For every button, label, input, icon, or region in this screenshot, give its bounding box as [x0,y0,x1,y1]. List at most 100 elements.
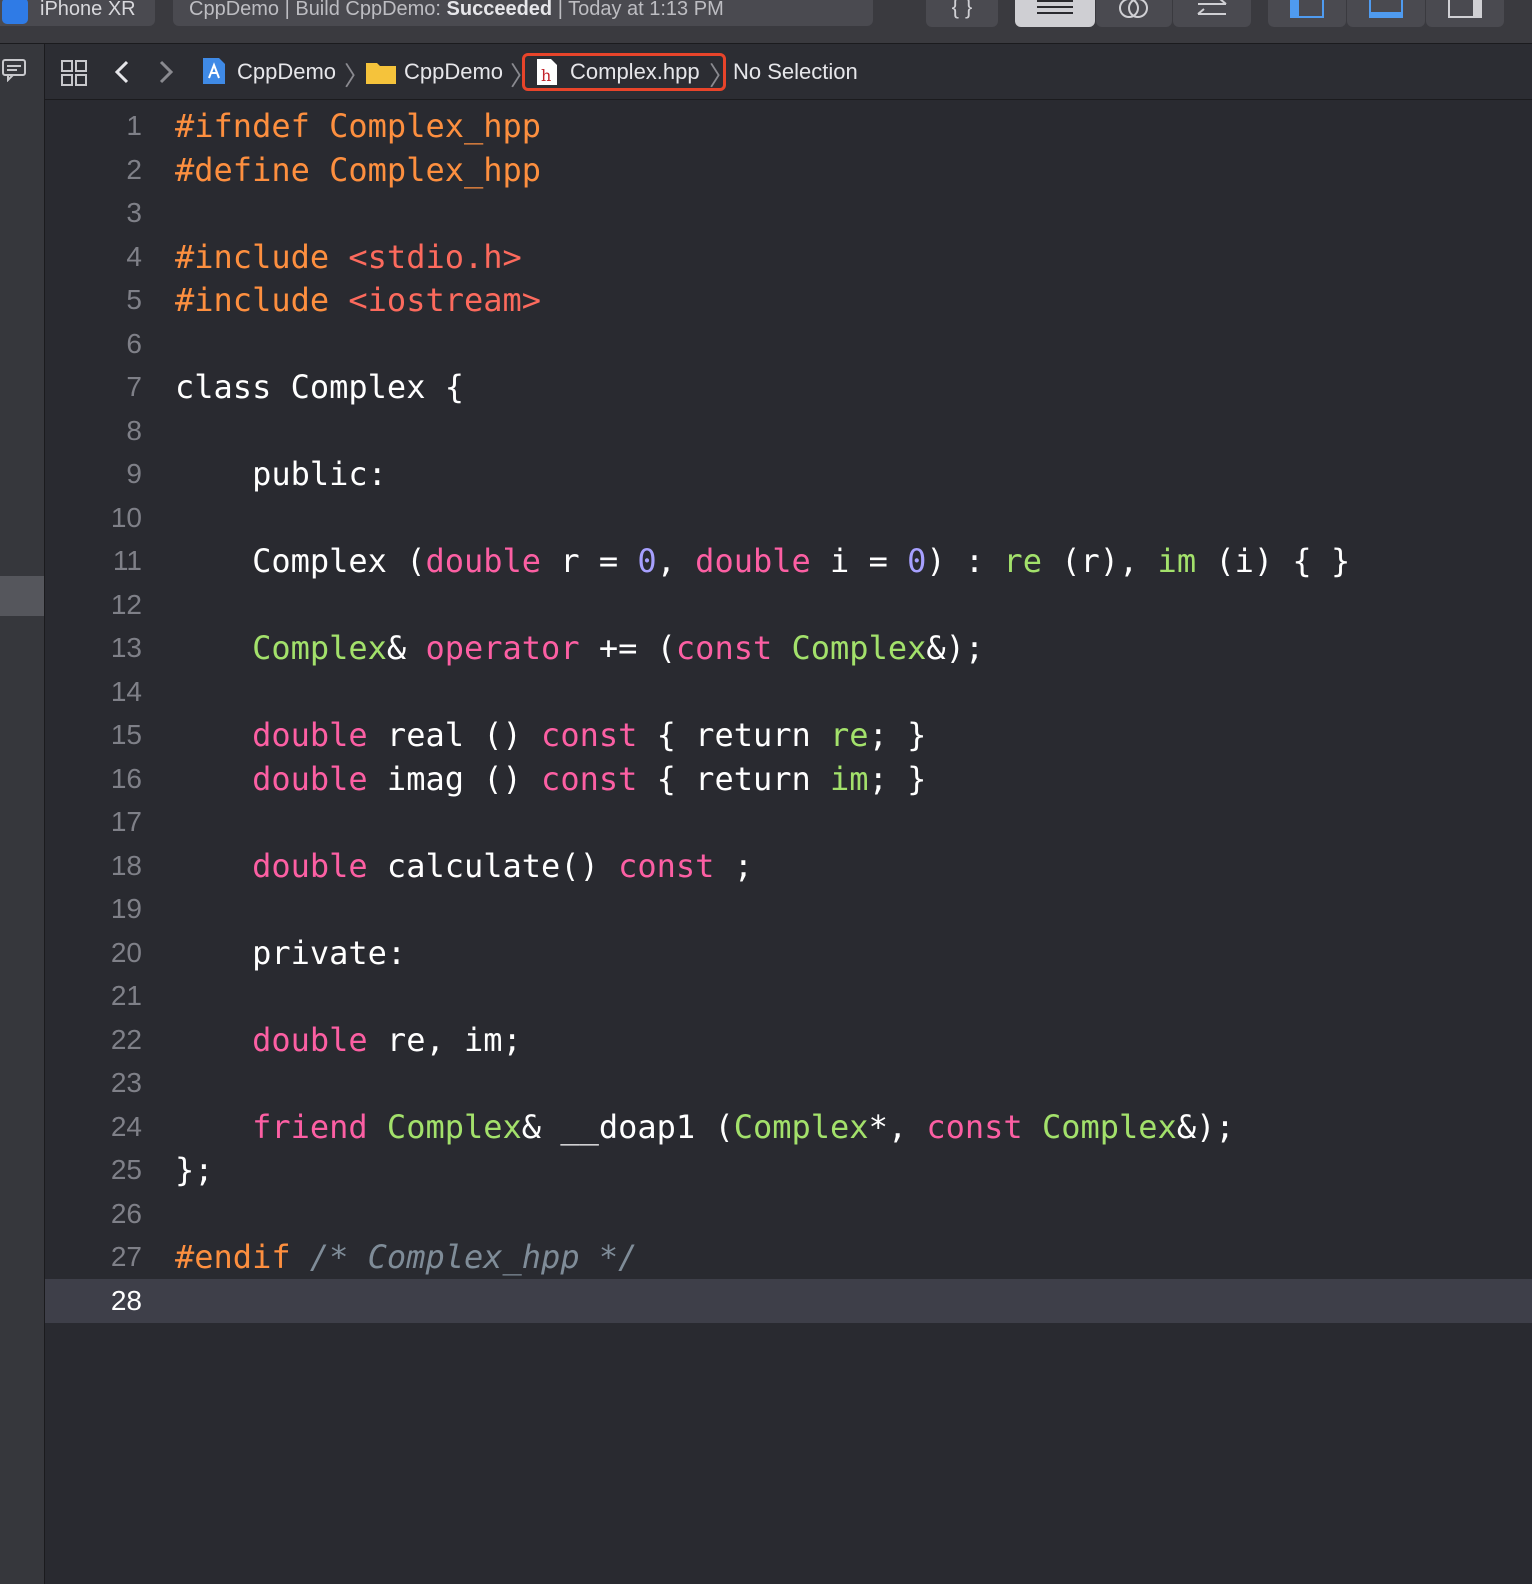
line-code: double re, im; [175,1018,522,1062]
breadcrumb-project[interactable]: CppDemo [237,44,336,99]
bottom-panel-icon [1369,0,1403,18]
code-line[interactable]: 17 [45,800,1532,844]
code-line[interactable]: 5 #include <iostream> [45,278,1532,322]
source-editor[interactable]: 1 #ifndef Complex_hpp 2 #define Complex_hpp… [45,100,1532,1584]
line-number: 5 [126,284,142,315]
code-line[interactable]: 2 #define Complex_hpp [45,148,1532,192]
code-token: #endif [175,1238,310,1276]
code-line[interactable]: 27 #endif /* Complex_hpp */ [45,1235,1532,1279]
code-token: const [541,716,638,754]
code-token: const [926,1107,1023,1146]
code-line[interactable]: 16 double imag () const { return im; } [45,757,1532,801]
line-number: 10 [110,501,142,533]
code-line[interactable]: 26 [45,1192,1532,1236]
line-number: 19 [110,893,142,924]
code-line[interactable]: 15 double real () const { return re; } [45,713,1532,757]
code-token: double [252,716,368,754]
code-line[interactable]: 12 [45,583,1532,627]
standard-editor-button[interactable] [1015,0,1095,27]
code-line[interactable]: 13 Complex& operator += (const Complex&)… [45,626,1532,670]
code-line[interactable]: 28 [45,1279,1532,1323]
code-token: (r), [1041,542,1158,580]
app-icon [2,0,28,24]
line-code: #define Complex_hpp [175,148,541,192]
code-token: imag () [367,759,542,798]
related-items-icon[interactable] [60,59,88,87]
code-line[interactable]: 3 [45,191,1532,235]
code-line[interactable]: 1 #ifndef Complex_hpp [45,104,1532,148]
chevron-right-icon[interactable] [157,59,175,85]
breadcrumb-symbol[interactable]: No Selection [733,44,858,99]
toggle-inspector-button[interactable] [1426,0,1504,27]
status-suffix: | Today at 1:13 PM [552,0,724,20]
code-token: double [252,759,368,798]
code-line[interactable]: 8 [45,409,1532,453]
code-token: i = [810,542,908,580]
code-token: }; [175,1151,214,1189]
code-token: Complex [733,1107,869,1146]
line-number: 24 [110,1110,142,1142]
code-token: operator [425,629,580,667]
code-token: & __doap1 ( [521,1107,734,1146]
code-line[interactable]: 23 [45,1061,1532,1105]
code-line[interactable]: 18 double calculate() const ; [45,844,1532,888]
code-line[interactable]: 25}; [45,1148,1532,1192]
code-line[interactable]: 20 private: [45,931,1532,975]
code-line[interactable]: 19 [45,887,1532,931]
code-token: <stdio.h> [348,237,522,276]
right-panel-icon [1448,0,1482,18]
line-code: #include <iostream> [175,278,541,322]
line-code: #ifndef Complex_hpp [175,104,541,148]
comment-icon[interactable] [2,58,28,82]
code-line[interactable]: 9 public: [45,452,1532,496]
code-token: Complex [386,1107,522,1146]
scheme-device-selector[interactable]: iPhone XR [0,0,155,26]
code-token: { return [637,716,831,754]
code-token: <iostream> [348,281,542,319]
code-line[interactable]: 11 Complex (double r = 0, double i = 0) … [45,539,1532,583]
code-line[interactable]: 21 [45,974,1532,1018]
activity-status: CppDemo | Build CppDemo: Succeeded | Tod… [173,0,873,26]
breadcrumb-file[interactable]: Complex.hpp [570,44,700,99]
code-token: re [1003,542,1042,580]
code-token: const [541,759,638,798]
code-line[interactable]: 7 class Complex { [45,365,1532,409]
code-token: private: [175,933,407,972]
chevron-left-icon[interactable] [113,59,131,85]
line-code: friend Complex& __doap1 (Complex*, const… [175,1105,1235,1149]
line-number: 16 [110,762,142,794]
code-token: /* Complex_hpp */ [309,1238,638,1276]
code-token: ; } [868,759,927,798]
code-line[interactable]: 22 double re, im; [45,1018,1532,1062]
library-button[interactable]: { } [926,0,998,27]
code-token: re, im; [367,1020,522,1059]
line-number: 14 [110,675,142,707]
status-result: Succeeded [446,0,553,20]
window-toolbar: iPhone XR CppDemo | Build CppDemo: Succe… [0,0,1532,44]
code-token: ; [714,846,753,885]
lines-icon [1037,0,1073,14]
code-line[interactable]: 24 friend Complex& __doap1 (Complex*, co… [45,1105,1532,1149]
line-number: 21 [110,980,142,1011]
toggle-debug-area-button[interactable] [1347,0,1425,27]
line-number: 27 [110,1241,142,1272]
line-code: public: [175,452,387,496]
code-line[interactable]: 4 #include <stdio.h> [45,235,1532,279]
breadcrumb-group[interactable]: CppDemo [404,44,503,99]
code-line[interactable]: 10 [45,496,1532,540]
code-token: *, [868,1107,927,1146]
toggle-navigator-button[interactable] [1268,0,1346,27]
version-editor-button[interactable] [1173,0,1251,27]
code-token: 0 [907,542,927,580]
code-token: ; } [868,716,927,754]
code-line[interactable]: 6 [45,322,1532,366]
code-line[interactable]: 14 [45,670,1532,714]
line-number: 4 [126,240,142,272]
assistant-editor-button[interactable] [1096,0,1172,27]
code-token: double [695,542,811,580]
